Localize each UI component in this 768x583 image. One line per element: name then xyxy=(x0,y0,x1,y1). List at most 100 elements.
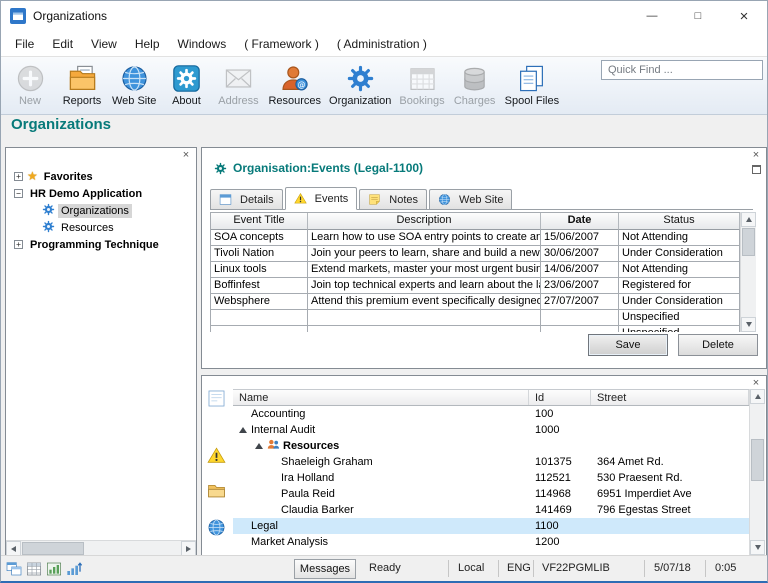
messages-button[interactable]: Messages xyxy=(294,559,356,579)
browse-row-claudia-barker[interactable]: Claudia Barker141469796 Egestas Street xyxy=(233,502,749,518)
event-cell: 14/06/2007 xyxy=(541,262,619,278)
events-scrollbar[interactable] xyxy=(740,212,756,332)
event-row[interactable]: Unspecified xyxy=(211,310,740,326)
quick-find-input[interactable] xyxy=(601,60,763,80)
tree-item-label: Resources xyxy=(58,221,117,235)
browse-street: 6951 Imperdiet Ave xyxy=(591,486,749,502)
expanded-icon[interactable] xyxy=(239,427,247,433)
chart-icon[interactable] xyxy=(46,561,62,577)
tab-events[interactable]: Events xyxy=(285,187,358,210)
browse-street: 796 Egestas Street xyxy=(591,502,749,518)
column-header-street[interactable]: Street xyxy=(591,390,749,405)
menu-file[interactable]: File xyxy=(6,33,43,55)
scroll-up-icon[interactable] xyxy=(750,389,765,404)
event-cell xyxy=(541,310,619,326)
event-row[interactable]: Linux toolsExtend markets, master your m… xyxy=(211,262,740,278)
tree-item-programming-technique[interactable]: +Programming Technique xyxy=(8,236,192,253)
menu-windows[interactable]: Windows xyxy=(169,33,236,55)
event-cell: Websphere xyxy=(211,294,308,310)
close-pane-icon[interactable]: × xyxy=(750,377,762,389)
browse-row-paula-reid[interactable]: Paula Reid1149686951 Imperdiet Ave xyxy=(233,486,749,502)
close-button[interactable]: × xyxy=(721,1,767,31)
toolbar-reports[interactable]: Reports xyxy=(56,60,108,107)
toolbar-resources[interactable]: @Resources xyxy=(264,60,325,107)
side-button-globe-icon[interactable] xyxy=(207,518,226,542)
delete-button[interactable]: Delete xyxy=(678,334,758,356)
side-button-warning-icon[interactable] xyxy=(207,446,226,470)
maximize-button[interactable]: □ xyxy=(675,1,721,31)
person-icon: @ xyxy=(280,64,309,93)
scrollbar-thumb[interactable] xyxy=(751,439,764,481)
close-pane-icon[interactable]: × xyxy=(180,149,192,161)
browse-row-resources[interactable]: Resources xyxy=(233,438,749,454)
warning-icon xyxy=(294,192,307,205)
browse-id: 101375 xyxy=(529,454,591,470)
column-header-description[interactable]: Description xyxy=(308,213,541,230)
windows-icon[interactable] xyxy=(6,561,22,577)
tab-details[interactable]: Details xyxy=(210,189,283,209)
status-time: 0:05 xyxy=(715,562,736,574)
browse-row-internal-audit[interactable]: Internal Audit1000 xyxy=(233,422,749,438)
tab-web-site[interactable]: Web Site xyxy=(429,189,512,209)
scroll-down-icon[interactable] xyxy=(750,540,765,555)
menu-framework[interactable]: ( Framework ) xyxy=(235,33,328,55)
menu-help[interactable]: Help xyxy=(126,33,169,55)
toolbar-bookings: Bookings xyxy=(395,60,448,107)
scrollbar-thumb[interactable] xyxy=(22,542,84,555)
browse-street xyxy=(591,438,749,454)
column-header-name[interactable]: Name xyxy=(233,390,529,405)
close-pane-icon[interactable]: × xyxy=(750,149,762,161)
event-row[interactable]: SOA conceptsLearn how to use SOA entry p… xyxy=(211,230,740,246)
column-header-event-title[interactable]: Event Title xyxy=(211,213,308,230)
browse-row-shaeleigh-graham[interactable]: Shaeleigh Graham101375364 Amet Rd. xyxy=(233,454,749,470)
column-header-id[interactable]: Id xyxy=(529,390,591,405)
side-button-form-icon[interactable] xyxy=(207,389,226,413)
maximize-pane-icon[interactable] xyxy=(752,165,761,174)
menu-administration[interactable]: ( Administration ) xyxy=(328,33,436,55)
title-bar[interactable]: Organizations — □ × xyxy=(1,1,767,31)
expand-icon[interactable]: + xyxy=(14,240,23,249)
tab-notes[interactable]: Notes xyxy=(359,189,427,209)
status-separator xyxy=(644,560,645,577)
scroll-left-icon[interactable] xyxy=(6,541,21,556)
minimize-button[interactable]: — xyxy=(629,1,675,31)
tree-horizontal-scrollbar[interactable] xyxy=(6,540,196,556)
side-button-folder-icon[interactable] xyxy=(207,481,226,505)
toolbar-spool-files[interactable]: Spool Files xyxy=(501,60,563,107)
toolbar-organization[interactable]: Organization xyxy=(325,60,395,107)
expanded-icon[interactable] xyxy=(255,443,263,449)
toolbar: NewReportsWeb SiteAboutAddress@Resources… xyxy=(1,57,767,115)
menu-view[interactable]: View xyxy=(82,33,126,55)
tree-item-resources[interactable]: Resources xyxy=(8,219,192,236)
toolbar-web-site[interactable]: Web Site xyxy=(108,60,160,107)
scrollbar-thumb[interactable] xyxy=(742,228,755,256)
browse-scrollbar[interactable] xyxy=(749,389,765,555)
save-button[interactable]: Save xyxy=(588,334,668,356)
menu-edit[interactable]: Edit xyxy=(43,33,82,55)
browse-row-ira-holland[interactable]: Ira Holland112521530 Praesent Rd. xyxy=(233,470,749,486)
toolbar-about[interactable]: About xyxy=(160,60,212,107)
gear-icon xyxy=(42,220,55,233)
scroll-up-icon[interactable] xyxy=(741,212,756,227)
event-row[interactable]: Tivoli NationJoin your peers to learn, s… xyxy=(211,246,740,262)
browse-row-legal[interactable]: Legal1100 xyxy=(233,518,749,534)
column-header-date[interactable]: Date xyxy=(541,213,619,230)
column-header-status[interactable]: Status xyxy=(619,213,740,230)
tree-item-hr-demo-application[interactable]: −HR Demo Application xyxy=(8,185,192,202)
grid-icon[interactable] xyxy=(26,561,42,577)
event-row[interactable]: WebsphereAttend this premium event speci… xyxy=(211,294,740,310)
sort-icon[interactable] xyxy=(66,561,82,577)
expand-icon[interactable]: + xyxy=(14,172,23,181)
browse-name: Claudia Barker xyxy=(281,504,354,516)
tree-item-favorites[interactable]: +★Favorites xyxy=(8,168,192,185)
scroll-down-icon[interactable] xyxy=(741,317,756,332)
event-row[interactable]: Unspecified xyxy=(211,326,740,332)
browse-row-accounting[interactable]: Accounting100 xyxy=(233,406,749,422)
window-controls: — □ × xyxy=(629,1,767,31)
browse-row-market-analysis[interactable]: Market Analysis1200 xyxy=(233,534,749,550)
event-row[interactable]: BoffinfestJoin top technical experts and… xyxy=(211,278,740,294)
collapse-icon[interactable]: − xyxy=(14,189,23,198)
browse-name: Market Analysis xyxy=(251,536,328,548)
tree-item-organizations[interactable]: Organizations xyxy=(8,202,192,219)
scroll-right-icon[interactable] xyxy=(181,541,196,556)
